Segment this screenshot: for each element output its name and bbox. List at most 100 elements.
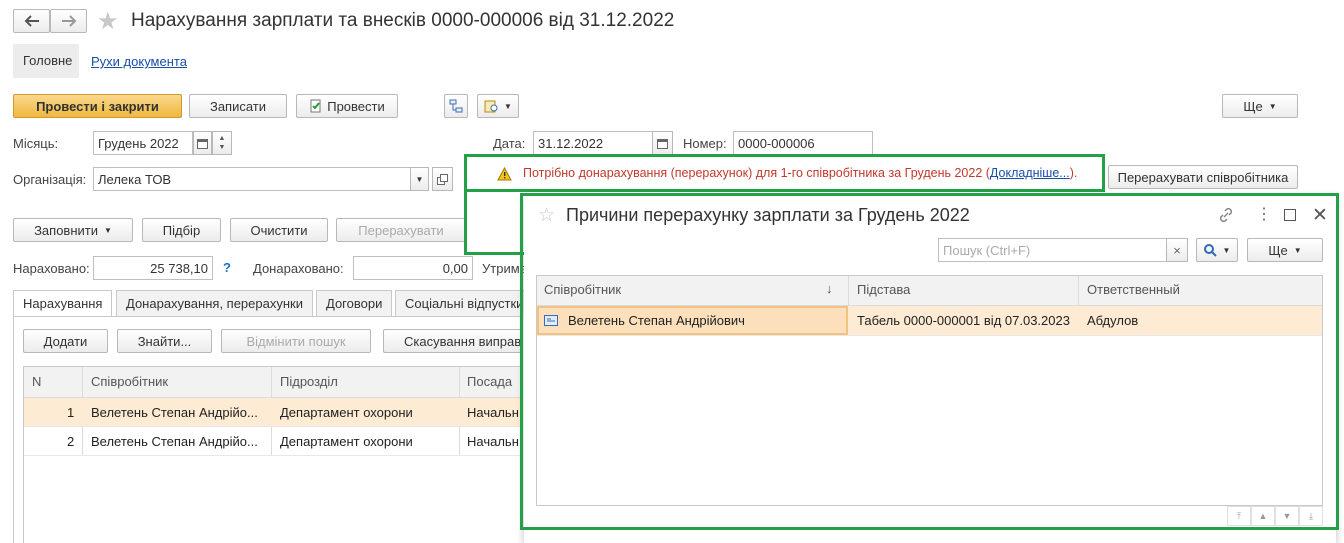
chevron-down-icon: ▼ xyxy=(504,101,512,111)
warning-suffix: ). xyxy=(1069,166,1078,180)
organization-dropdown-button[interactable]: ▼ xyxy=(410,167,429,191)
search-options-button[interactable]: ▼ xyxy=(1196,238,1238,262)
fill-button[interactable]: Заповнити ▼ xyxy=(13,218,133,242)
post-and-close-button[interactable]: Провести і закрити xyxy=(13,94,182,118)
forward-button[interactable] xyxy=(50,9,87,33)
warning-icon xyxy=(497,166,512,184)
accrued-label: Нараховано: xyxy=(13,261,90,276)
back-button[interactable] xyxy=(13,9,50,33)
date-field[interactable]: 31.12.2022 xyxy=(533,131,653,155)
column-header-n[interactable]: N xyxy=(32,374,41,389)
popup-star-icon[interactable]: ☆ xyxy=(538,204,555,227)
maximize-icon[interactable] xyxy=(1284,209,1296,221)
date-calendar-button[interactable] xyxy=(652,131,673,155)
print-menu-button[interactable]: ▼ xyxy=(477,94,519,118)
popup-title: Причини перерахунку зарплати за Грудень … xyxy=(566,205,970,225)
save-button[interactable]: Записати xyxy=(189,94,287,118)
popup-header-basis[interactable]: Підстава xyxy=(857,282,910,297)
calendar-icon xyxy=(657,138,668,149)
first-row-icon[interactable]: ⤒ xyxy=(1227,506,1251,526)
close-icon[interactable]: ✕ xyxy=(1312,204,1328,227)
column-header-position[interactable]: Посада xyxy=(467,374,512,389)
month-calendar-button[interactable] xyxy=(193,131,212,155)
accrued-field[interactable]: 25 738,10 xyxy=(93,256,213,280)
add-button[interactable]: Додати xyxy=(23,329,108,353)
post-button-label: Провести xyxy=(327,98,385,114)
post-button[interactable]: Провести xyxy=(296,94,398,118)
link-icon[interactable] xyxy=(1217,206,1235,227)
more-button[interactable]: Ще ▼ xyxy=(1222,94,1298,118)
search-icon xyxy=(1203,243,1217,257)
column-header-department[interactable]: Підрозділ xyxy=(280,374,338,389)
stepper-down-icon[interactable]: ▼ xyxy=(219,143,226,152)
organization-open-button[interactable] xyxy=(432,167,453,191)
tab-document-movements[interactable]: Рухи документа xyxy=(91,54,187,69)
tab-main[interactable]: Головне xyxy=(13,44,79,78)
favorite-star-icon[interactable]: ★ xyxy=(97,7,119,36)
organization-field[interactable]: Лелека ТОВ xyxy=(93,167,411,191)
cancel-fix-button[interactable]: Скасування виправ xyxy=(383,329,523,353)
help-icon[interactable]: ? xyxy=(223,260,231,275)
menu-dots-icon[interactable]: ⋮ xyxy=(1256,207,1272,223)
calendar-icon xyxy=(197,138,208,149)
row-department: Департамент охорони xyxy=(280,434,413,449)
reasons-table-header xyxy=(537,276,1322,306)
select-button[interactable]: Підбір xyxy=(142,218,221,242)
organization-label: Організація: xyxy=(13,172,87,187)
frame-left-extension xyxy=(464,191,524,255)
popup-row-basis: Табель 0000-000001 від 07.03.2023 xyxy=(857,313,1070,328)
clear-icon: × xyxy=(1173,242,1181,258)
row-employee: Велетень Степан Андрійо... xyxy=(91,405,258,420)
arrow-right-icon xyxy=(61,15,76,27)
popup-header-employee[interactable]: Співробітник xyxy=(544,282,621,297)
row-number: 2 xyxy=(67,434,75,449)
clear-button[interactable]: Очистити xyxy=(230,218,328,242)
popup-more-button[interactable]: Ще ▼ xyxy=(1247,238,1323,262)
additional-label: Донараховано: xyxy=(253,261,344,276)
popup-search-input[interactable]: Пошук (Ctrl+F) xyxy=(938,238,1167,262)
cancel-fix-label: Скасування виправ xyxy=(404,333,522,349)
find-button[interactable]: Знайти... xyxy=(117,329,212,353)
additional-field[interactable]: 0,00 xyxy=(353,256,473,280)
employee-card-icon xyxy=(544,314,558,329)
recalculate-employee-button[interactable]: Перерахувати співробітника xyxy=(1108,165,1298,189)
tab-social-leaves[interactable]: Соціальні відпустки xyxy=(395,290,525,316)
chevron-down-icon: ▼ xyxy=(104,225,112,235)
month-label: Місяць: xyxy=(13,136,59,151)
tab-additional-accruals[interactable]: Донарахування, перерахунки xyxy=(116,290,313,316)
chevron-down-icon: ▼ xyxy=(1268,101,1277,111)
number-label: Номер: xyxy=(683,136,727,151)
row-position: Начальн xyxy=(467,405,519,420)
chevron-down-icon: ▼ xyxy=(1293,245,1302,255)
structure-button[interactable] xyxy=(444,94,468,118)
next-row-icon[interactable]: ▼ xyxy=(1275,506,1299,526)
report-icon xyxy=(484,100,498,113)
search-clear-button[interactable]: × xyxy=(1166,238,1188,262)
warning-details-link[interactable]: Докладніше... xyxy=(990,166,1070,180)
row-number: 1 xyxy=(67,405,75,420)
cancel-search-button[interactable]: Відмінити пошук xyxy=(221,329,371,353)
tab-contracts[interactable]: Договори xyxy=(316,290,393,316)
date-label: Дата: xyxy=(493,136,526,151)
last-row-icon[interactable]: ⤓ xyxy=(1299,506,1323,526)
warning-message: Потрібно донарахування (перерахунок) для… xyxy=(523,166,1077,180)
row-department: Департамент охорони xyxy=(280,405,413,420)
stepper-up-icon[interactable]: ▲ xyxy=(219,134,226,143)
popup-row-responsible: Абдулов xyxy=(1087,313,1139,328)
sort-arrow-icon[interactable]: ↓ xyxy=(826,281,833,296)
row-employee: Велетень Степан Андрійо... xyxy=(91,434,258,449)
more-button-label: Ще xyxy=(1243,98,1263,114)
popup-more-label: Ще xyxy=(1268,242,1288,258)
arrow-left-icon xyxy=(24,15,39,27)
column-header-employee[interactable]: Співробітник xyxy=(91,374,168,389)
tab-accruals[interactable]: Нарахування xyxy=(13,290,113,317)
month-stepper[interactable]: ▲ ▼ xyxy=(212,131,232,155)
popup-header-responsible[interactable]: Ответственный xyxy=(1087,282,1180,297)
warning-text: Потрібно донарахування (перерахунок) для… xyxy=(523,166,990,180)
number-field[interactable]: 0000-000006 xyxy=(733,131,873,155)
prev-row-icon[interactable]: ▲ xyxy=(1251,506,1275,526)
open-form-icon xyxy=(437,173,448,185)
fill-button-label: Заповнити xyxy=(34,222,98,238)
month-field[interactable]: Грудень 2022 xyxy=(93,131,193,155)
recalculate-button[interactable]: Перерахувати xyxy=(336,218,466,242)
